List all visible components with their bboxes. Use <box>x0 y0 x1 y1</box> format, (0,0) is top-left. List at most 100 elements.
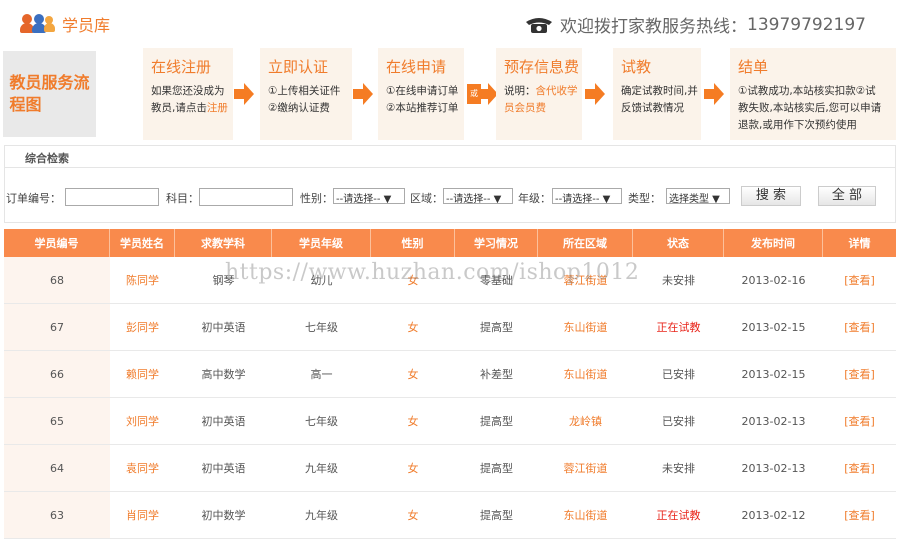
grade: 七年级 <box>305 415 338 428</box>
gender: 女 <box>407 415 419 428</box>
all-button[interactable]: 全 部 <box>818 186 876 206</box>
student-id: 67 <box>4 304 110 350</box>
view-link[interactable]: [查看] <box>823 351 896 397</box>
area: 东山街道 <box>563 368 608 381</box>
study-level: 提高型 <box>480 462 513 475</box>
column-header: 学员编号 <box>4 229 110 257</box>
area: 东山街道 <box>563 321 608 334</box>
subject-input[interactable] <box>199 188 293 206</box>
view-link[interactable]: [查看] <box>823 257 896 303</box>
gender-select[interactable]: --请选择-- ▼ <box>333 188 405 204</box>
register-link[interactable]: 注册 <box>207 102 228 114</box>
column-header: 状态 <box>633 229 724 257</box>
grade: 九年级 <box>305 462 338 475</box>
area: 东山街道 <box>563 509 608 522</box>
status: 已安排 <box>662 368 695 381</box>
search-form: 订单编号： 科目： 性别： --请选择-- ▼ 区域： --请选择-- ▼ 年级… <box>0 186 900 208</box>
column-header: 发布时间 <box>724 229 823 257</box>
publish-date: 2013-02-13 <box>741 414 806 428</box>
column-header: 求教学科 <box>175 229 272 257</box>
column-header: 性别 <box>371 229 455 257</box>
gender: 女 <box>407 368 419 381</box>
gender-label: 性别： <box>300 192 333 205</box>
table-body: 68 陈同学 钢琴 幼儿女零基础 蓉江街道 未安排 2013-02-16 [查看] 67 彭同学初… <box>4 257 896 539</box>
publish-date: 2013-02-16 <box>741 273 806 287</box>
column-header: 学习情况 <box>455 229 538 257</box>
student-name-link[interactable]: 陈同学 <box>110 257 175 303</box>
status: 已安排 <box>662 415 695 428</box>
brand: 学员库 <box>20 12 110 36</box>
area: 龙岭镇 <box>569 415 602 428</box>
type-select[interactable]: 选择类型 ▼ <box>666 188 730 204</box>
publish-date: 2013-02-13 <box>741 461 806 475</box>
student-name-link[interactable]: 肖同学 <box>110 492 175 538</box>
student-id: 64 <box>4 445 110 491</box>
search-panel: 综合检索 <box>4 145 896 223</box>
flow-step-close: 结单 ①试教成功,本站核实扣款②试 教失败,本站核实后,您可以申请 退款,或用作下次… <box>730 48 896 140</box>
student-id: 66 <box>4 351 110 397</box>
status: 未安排 <box>662 462 695 475</box>
flow-step-apply: 在线申请 ①在线申请订单 ②本站推荐订单 <box>378 48 464 140</box>
phone-icon <box>524 16 554 34</box>
column-header: 所在区域 <box>538 229 633 257</box>
hotline-number: 13979792197 <box>747 14 866 35</box>
study-level: 提高型 <box>480 321 513 334</box>
gender: 女 <box>407 509 419 522</box>
subject: 初中英语 <box>201 415 246 428</box>
view-link[interactable]: [查看] <box>823 492 896 538</box>
study-level: 补差型 <box>480 368 513 381</box>
view-link[interactable]: [查看] <box>823 304 896 350</box>
area-select[interactable]: --请选择-- ▼ <box>443 188 513 204</box>
grade: 七年级 <box>305 321 338 334</box>
area: 蓉江街道 <box>563 462 608 475</box>
student-name-link[interactable]: 赖同学 <box>110 351 175 397</box>
area-label: 区域： <box>410 192 443 205</box>
student-id: 63 <box>4 492 110 538</box>
status: 未安排 <box>662 274 695 287</box>
subject: 高中数学 <box>201 368 246 381</box>
view-link[interactable]: [查看] <box>823 445 896 491</box>
student-name-link[interactable]: 袁同学 <box>110 445 175 491</box>
student-id: 65 <box>4 398 110 444</box>
flow-step-trial: 试教 确定试教时间,并 反馈试教情况 <box>613 48 701 140</box>
hotline: 欢迎拨打家教服务热线： 13979792197 <box>524 12 866 37</box>
table-row: 63 肖同学 初中数学 九年级 女 提高型 东山街道 正在试教 2013-02-12 [查看] <box>4 492 896 539</box>
service-flow: 教员服务流程图 在线注册 如果您还没成为 教员,请点击注册 立即认证 ①上传相关证… <box>0 48 900 140</box>
study-level: 提高型 <box>480 509 513 522</box>
watermark: https://www.huzhan.com/ishop1012 <box>225 260 640 285</box>
flow-step-prepay: 预存信息费 说明：含代收学 员会员费 <box>496 48 582 140</box>
subject-label: 科目： <box>166 192 199 205</box>
order-number-input[interactable] <box>65 188 159 206</box>
flow-label: 教员服务流程图 <box>3 51 96 137</box>
subject: 初中英语 <box>201 321 246 334</box>
table-row: 64 袁同学 初中英语 九年级 女 提高型 蓉江街道 未安排 2013-02-13 [查看] <box>4 445 896 492</box>
table-row: 67 彭同学 初中英语 七年级 女 提高型 东山街道 正在试教 2013-02-15 [查看] <box>4 304 896 351</box>
users-icon <box>20 14 56 34</box>
subject: 初中数学 <box>201 509 246 522</box>
grade: 九年级 <box>305 509 338 522</box>
table-row: 66 赖同学 高中数学 高一 女 补差型 东山街道 已安排 2013-02-15 [查看] <box>4 351 896 398</box>
grade-label: 年级： <box>518 192 551 205</box>
gender: 女 <box>407 462 419 475</box>
grade: 高一 <box>310 368 333 381</box>
table-row: 65 刘同学 初中英语 七年级 女 提高型 龙岭镇 已安排 2013-02-13 [查看] <box>4 398 896 445</box>
flow-step-verify: 立即认证 ①上传相关证件 ②缴纳认证费 <box>260 48 352 140</box>
top-bar: 学员库 欢迎拨打家教服务热线： 13979792197 <box>0 0 900 44</box>
view-link[interactable]: [查看] <box>823 398 896 444</box>
status: 正在试教 <box>656 509 701 522</box>
column-header: 学员年级 <box>272 229 371 257</box>
flow-step-register: 在线注册 如果您还没成为 教员,请点击注册 <box>143 48 233 140</box>
column-header: 学员姓名 <box>110 229 175 257</box>
search-button[interactable]: 搜 索 <box>741 186 801 206</box>
column-header: 详情 <box>848 237 871 250</box>
student-name-link[interactable]: 刘同学 <box>110 398 175 444</box>
publish-date: 2013-02-12 <box>741 508 806 522</box>
subject: 初中英语 <box>201 462 246 475</box>
hotline-text: 欢迎拨打家教服务热线： <box>560 17 748 37</box>
page-title: 学员库 <box>62 16 111 35</box>
table-header: 学员编号 学员姓名 求教学科 学员年级 性别 学习情况 所在区域 状态 发布时间 详情 <box>4 229 896 257</box>
order-number-label: 订单编号： <box>6 192 61 205</box>
grade-select[interactable]: --请选择-- ▼ <box>552 188 622 204</box>
student-name-link[interactable]: 彭同学 <box>110 304 175 350</box>
publish-date: 2013-02-15 <box>741 320 806 334</box>
